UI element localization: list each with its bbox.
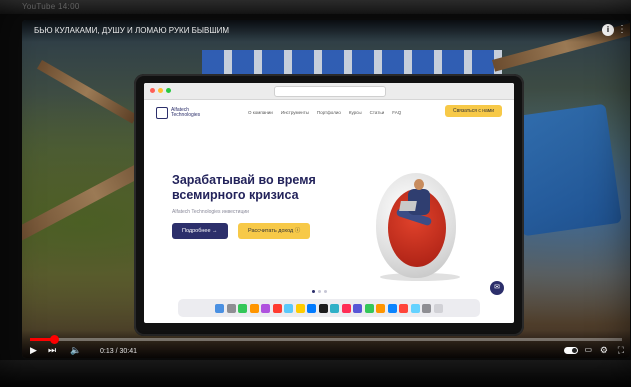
nav-link[interactable]: FAQ [392, 110, 401, 115]
photo-top-edge: YouTube 14:00 [0, 0, 631, 14]
nav-link[interactable]: О компании [248, 110, 273, 115]
subtitles-icon[interactable]: ▭ [584, 345, 592, 355]
dock-app-icon[interactable] [318, 303, 328, 313]
settings-icon[interactable]: ⚙ [600, 345, 608, 355]
progress-bar[interactable] [30, 335, 622, 344]
play-icon[interactable]: ▶ [30, 345, 37, 355]
autoplay-toggle[interactable] [564, 347, 578, 354]
info-icon[interactable]: i [602, 24, 614, 36]
dock-app-icon[interactable] [433, 303, 443, 313]
calculate-button[interactable]: Рассчитать доход ⓘ [238, 223, 311, 239]
chat-icon[interactable]: ✉ [490, 281, 504, 295]
dock-app-icon[interactable] [215, 303, 225, 313]
site-nav-links: О компании Инструменты Портфолио Курсы С… [248, 110, 401, 115]
site-logo[interactable]: Alfatech Technologies [156, 107, 201, 119]
logo-mark-icon [156, 107, 168, 119]
progress-scrubber[interactable] [49, 335, 59, 344]
dock-app-icon[interactable] [399, 303, 409, 313]
site-header: Alfatech Technologies О компании Инструм… [156, 105, 502, 123]
dock-app-icon[interactable] [376, 303, 386, 313]
dock-app-icon[interactable] [353, 303, 363, 313]
logo-text: Alfatech Technologies [171, 107, 201, 118]
laptop-screen: Alfatech Technologies О компании Инструм… [144, 83, 514, 323]
dock-app-icon[interactable] [249, 303, 259, 313]
hero-subtitle: Alfatech Technologies инвестиции [172, 209, 249, 215]
dock-app-icon[interactable] [422, 303, 432, 313]
photo-bottom-edge [0, 360, 631, 387]
window-close-icon[interactable] [150, 88, 155, 93]
dock-app-icon[interactable] [226, 303, 236, 313]
fullscreen-icon[interactable]: ⛶ [618, 345, 624, 355]
player-title-bar: БЬЮ КУЛАКАМИ, ДУШУ И ЛОМАЮ РУКИ БЫВШИМ i… [22, 20, 630, 42]
contact-button[interactable]: Связаться с нами [444, 105, 502, 117]
next-icon[interactable]: ⏭ [48, 345, 56, 355]
person-illustration [395, 179, 436, 249]
hero-title: Зарабатывай во время всемирного кризиса [172, 173, 316, 202]
dock-app-icon[interactable] [387, 303, 397, 313]
player-controls: ▶ ⏭ 🔈 0:13 / 30:41 ▭ ⚙ ⛶ [22, 330, 630, 358]
dock-app-icon[interactable] [295, 303, 305, 313]
laptop: Alfatech Technologies О компании Инструм… [134, 74, 524, 336]
dock-app-icon[interactable] [410, 303, 420, 313]
photo-top-caption: YouTube 14:00 [22, 2, 80, 11]
browser-toolbar [144, 83, 514, 100]
video-title[interactable]: БЬЮ КУЛАКАМИ, ДУШУ И ЛОМАЮ РУКИ БЫВШИМ [34, 26, 229, 35]
dock-app-icon[interactable] [238, 303, 248, 313]
time-display: 0:13 / 30:41 [100, 348, 137, 355]
more-button[interactable]: Подробнее → [172, 223, 228, 239]
window-zoom-icon[interactable] [166, 88, 171, 93]
address-bar[interactable] [274, 86, 386, 97]
volume-icon[interactable]: 🔈 [70, 345, 81, 355]
background-beam [37, 60, 138, 124]
dock-app-icon[interactable] [341, 303, 351, 313]
nav-link[interactable]: Портфолио [317, 110, 341, 115]
nav-link[interactable]: Курсы [349, 110, 362, 115]
nav-link[interactable]: Статьи [370, 110, 385, 115]
window-minimize-icon[interactable] [158, 88, 163, 93]
dock-app-icon[interactable] [330, 303, 340, 313]
dock-app-icon[interactable] [261, 303, 271, 313]
dock-app-icon[interactable] [364, 303, 374, 313]
macos-dock [178, 299, 480, 317]
dock-app-icon[interactable] [272, 303, 282, 313]
nav-link[interactable]: Инструменты [281, 110, 309, 115]
youtube-player[interactable]: БЬЮ КУЛАКАМИ, ДУШУ И ЛОМАЮ РУКИ БЫВШИМ i… [22, 20, 630, 358]
dock-app-icon[interactable] [284, 303, 294, 313]
dock-app-icon[interactable] [307, 303, 317, 313]
more-vert-icon[interactable]: ⋮ [616, 24, 628, 36]
carousel-dots[interactable] [312, 290, 327, 293]
